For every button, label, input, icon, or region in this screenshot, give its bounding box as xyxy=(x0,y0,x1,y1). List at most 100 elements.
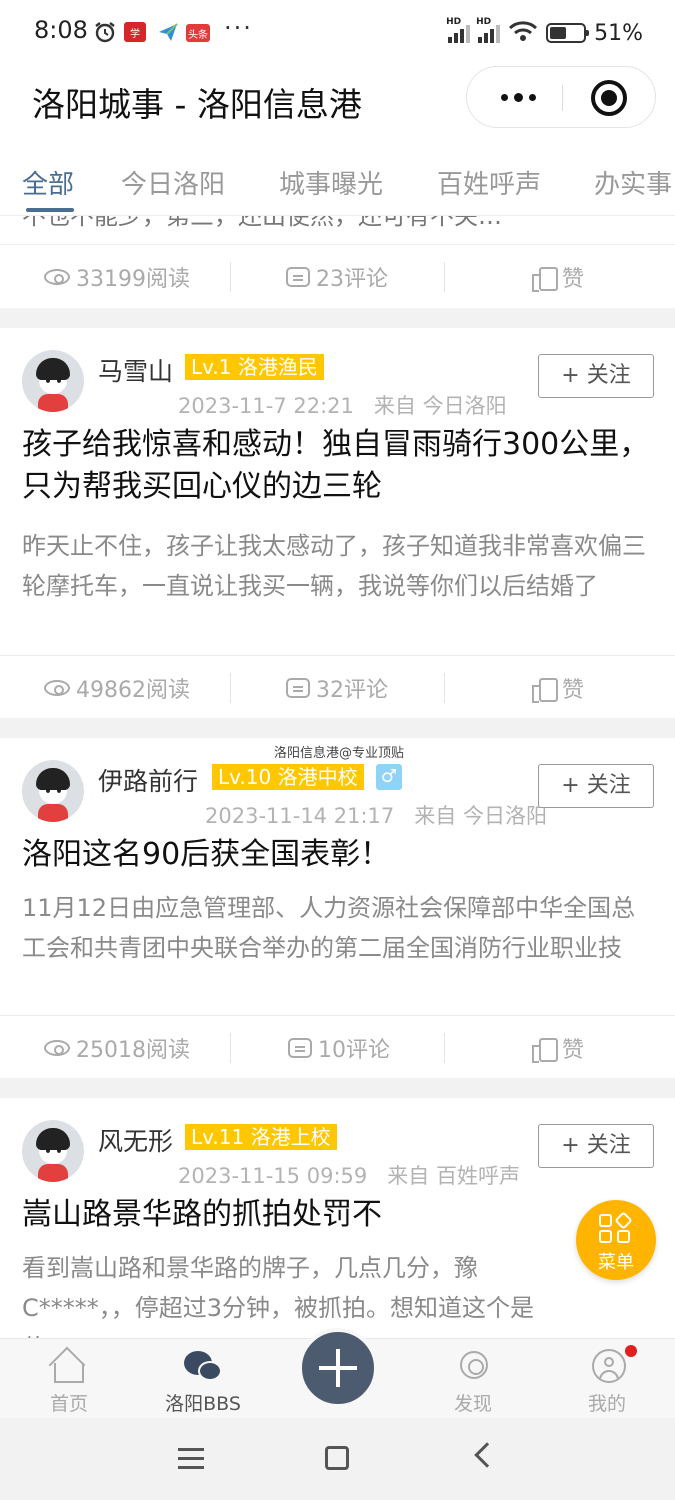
eye-icon xyxy=(44,680,70,696)
tab-today-luoyang[interactable]: 今日洛阳 xyxy=(121,164,225,201)
add-post-button[interactable] xyxy=(298,1328,378,1408)
avatar[interactable] xyxy=(22,350,84,412)
paper-plane-icon xyxy=(156,18,180,46)
author-name[interactable]: 伊路前行 xyxy=(98,762,198,798)
user-icon xyxy=(588,1345,637,1383)
post-card[interactable]: 伊路前行 Lv.10 洛港中校 ♂ 2023-11-14 21:17 来自 今日… xyxy=(0,738,675,1078)
post-feed[interactable]: 不也不能少，第三，还出使然，还可有不关… 33199阅读 23评论 赞 马雪山 … xyxy=(0,216,675,1338)
level-badge: Lv.11 洛港上校 xyxy=(185,1124,337,1150)
system-navigation-bar xyxy=(0,1418,675,1500)
battery-percent: 51% xyxy=(594,20,643,46)
nav-mine[interactable]: 我的 xyxy=(552,1339,662,1419)
avatar[interactable] xyxy=(22,1120,84,1182)
active-tab-indicator xyxy=(26,208,74,212)
like-button[interactable]: 赞 xyxy=(532,1017,584,1079)
like-button[interactable]: 赞 xyxy=(532,657,584,719)
notification-dot xyxy=(625,1345,637,1357)
male-gender-icon: ♂ xyxy=(376,764,402,790)
mini-program-capsule xyxy=(466,66,656,128)
wifi-icon xyxy=(508,20,538,46)
divider xyxy=(0,244,675,245)
post-actions: 33199阅读 23评论 赞 xyxy=(0,246,675,308)
grid-icon xyxy=(599,1211,633,1244)
nav-label: 洛阳BBS xyxy=(165,1393,241,1415)
like-button[interactable]: 赞 xyxy=(532,246,584,308)
comment-button[interactable]: 10评论 xyxy=(288,1017,390,1079)
post-excerpt: 11月12日由应急管理部、人力资源社会保障部中华全国总工会和共青团中央联合举办的… xyxy=(22,894,636,962)
comment-icon xyxy=(288,1038,312,1058)
divider xyxy=(0,655,675,656)
tab-public-voice[interactable]: 百姓呼声 xyxy=(437,164,541,201)
hd-signal-icon: HD xyxy=(476,17,501,43)
action-separator xyxy=(230,262,231,292)
follow-button[interactable]: + 关注 xyxy=(538,764,654,808)
nav-home[interactable]: 首页 xyxy=(14,1339,124,1419)
post-meta: 2023-11-14 21:17 来自 今日洛阳 xyxy=(205,804,547,828)
menu-label: 菜单 xyxy=(598,1252,634,1273)
follow-button[interactable]: + 关注 xyxy=(538,354,654,398)
post-excerpt: 看到嵩山路和景华路的牌子，几点几分，豫C*****，，停超过3分钟，被抓拍。想知… xyxy=(22,1254,535,1338)
hd-signal-icon: HD xyxy=(446,17,471,43)
level-badge: Lv.10 洛港中校 xyxy=(212,764,364,790)
action-separator xyxy=(444,673,445,703)
level-badge: Lv.1 洛港渔民 xyxy=(185,354,324,380)
views-stat: 25018阅读 xyxy=(44,1017,190,1079)
menu-fab-button[interactable]: 菜单 xyxy=(576,1200,656,1280)
comment-button[interactable]: 32评论 xyxy=(286,657,388,719)
eye-icon xyxy=(44,269,70,285)
status-time: 8:08 xyxy=(34,16,88,44)
comment-icon xyxy=(286,267,310,287)
nav-label: 发现 xyxy=(453,1393,492,1415)
post-excerpt: 昨天止不住，孩子让我太感动了，孩子知道我非常喜欢偏三轮摩托车，一直说让我买一辆，… xyxy=(22,532,646,600)
status-bar: 8:08 学 头条 ··· HD HD 51% xyxy=(0,0,675,64)
post-excerpt: 不也不能少，第三，还出使然，还可有不关… xyxy=(22,216,502,230)
author-name[interactable]: 风无形 xyxy=(98,1122,173,1158)
post-actions: 25018阅读 10评论 赞 xyxy=(0,1017,675,1079)
follow-button[interactable]: + 关注 xyxy=(538,1124,654,1168)
app-icon: 学 xyxy=(124,22,146,42)
home-icon xyxy=(48,1346,88,1384)
nav-label: 首页 xyxy=(49,1393,88,1415)
thumbs-up-icon xyxy=(532,676,558,703)
watermark-text: 洛阳信息港@专业顶贴 xyxy=(274,746,405,761)
nav-discover[interactable]: 发现 xyxy=(418,1339,528,1419)
views-stat: 49862阅读 xyxy=(44,657,190,719)
close-mini-program-icon[interactable] xyxy=(591,80,627,116)
avatar[interactable] xyxy=(22,760,84,822)
post-title[interactable]: 洛阳这名90后获全国表彰！ xyxy=(22,834,652,876)
alarm-icon xyxy=(92,18,118,46)
thumbs-up-icon xyxy=(532,1036,558,1063)
action-separator xyxy=(444,1033,445,1063)
chat-bubbles-icon xyxy=(184,1347,222,1383)
home-button-icon[interactable] xyxy=(325,1446,349,1470)
page-title: 洛阳城事 - 洛阳信息港 xyxy=(32,85,362,124)
post-title[interactable]: 嵩山路景华路的抓拍处罚不 xyxy=(22,1194,652,1236)
tab-city-exposure[interactable]: 城事曝光 xyxy=(279,164,383,201)
app-header: 洛阳城事 - 洛阳信息港 xyxy=(0,64,675,154)
capsule-divider xyxy=(562,85,563,111)
tab-practical-affairs[interactable]: 办实事 xyxy=(594,164,672,201)
post-title[interactable]: 孩子给我惊喜和感动！独自冒雨骑行300公里，只为帮我买回心仪的边三轮 xyxy=(22,424,652,508)
post-meta: 2023-11-15 09:59 来自 百姓呼声 xyxy=(178,1164,520,1188)
action-separator xyxy=(230,1033,231,1063)
nav-label: 我的 xyxy=(587,1393,626,1415)
tab-all[interactable]: 全部 xyxy=(22,164,74,201)
back-icon[interactable] xyxy=(474,1442,500,1468)
more-options-icon[interactable] xyxy=(493,77,543,117)
toutiao-icon: 头条 xyxy=(186,24,210,42)
post-actions: 49862阅读 32评论 赞 xyxy=(0,657,675,719)
thumbs-up-icon xyxy=(532,265,558,292)
nav-luoyang-bbs[interactable]: 洛阳BBS xyxy=(148,1339,258,1419)
post-meta: 2023-11-7 22:21 来自 今日洛阳 xyxy=(178,394,507,418)
post-card-partial[interactable]: 不也不能少，第三，还出使然，还可有不关… 33199阅读 23评论 赞 xyxy=(0,216,675,308)
action-separator xyxy=(230,673,231,703)
views-stat: 33199阅读 xyxy=(44,246,190,308)
recent-apps-icon[interactable] xyxy=(178,1448,204,1469)
comment-button[interactable]: 23评论 xyxy=(286,246,388,308)
battery-icon xyxy=(546,23,590,43)
post-card[interactable]: 风无形 Lv.11 洛港上校 2023-11-15 09:59 来自 百姓呼声 … xyxy=(0,1098,675,1338)
author-name[interactable]: 马雪山 xyxy=(98,352,173,388)
discover-icon xyxy=(454,1347,492,1383)
post-card[interactable]: 马雪山 Lv.1 洛港渔民 2023-11-7 22:21 来自 今日洛阳 + … xyxy=(0,328,675,718)
category-tabs: 全部 今日洛阳 城事曝光 百姓呼声 办实事 xyxy=(0,154,675,216)
